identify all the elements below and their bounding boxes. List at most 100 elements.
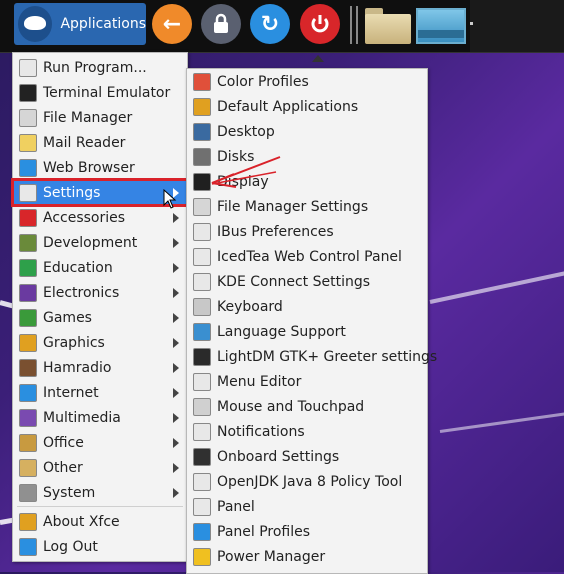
submenu-arrow-icon [173, 212, 179, 223]
settings-item-label: IBus Preferences [217, 223, 334, 240]
multimedia-icon [19, 408, 37, 427]
settings-item-label: Panel Profiles [217, 523, 311, 540]
hamradio-icon [19, 358, 37, 377]
menu-item-hamradio[interactable]: Hamradio [13, 355, 187, 380]
menu-item-education[interactable]: Education [13, 255, 187, 280]
settings-item-onboard-settings[interactable]: Onboard Settings [187, 444, 427, 469]
settings-item-openjdk-java-8-policy-tool[interactable]: OpenJDK Java 8 Policy Tool [187, 469, 427, 494]
settings-item-kde-connect-settings[interactable]: KDE Connect Settings [187, 269, 427, 294]
submenu-arrow-icon [173, 262, 179, 273]
power-icon[interactable] [300, 4, 340, 44]
menu-item-label: Development [43, 234, 138, 251]
menu-item-label: Mail Reader [43, 134, 126, 151]
settings-item-disks[interactable]: Disks [187, 144, 427, 169]
settings-item-ibus-preferences[interactable]: IBus Preferences [187, 219, 427, 244]
menu-item-label: Terminal Emulator [43, 84, 171, 101]
applications-menu: Run Program... Terminal Emulator File Mana… [11, 52, 189, 562]
panel-handle [470, 22, 473, 25]
menu-item-office[interactable]: Office [13, 430, 187, 455]
electronics-icon [19, 283, 37, 302]
settings-item-color-profiles[interactable]: Color Profiles [187, 69, 427, 94]
settings-item-icedtea-web-control-panel[interactable]: IcedTea Web Control Panel [187, 244, 427, 269]
menu-item-mail-reader[interactable]: Mail Reader [13, 130, 187, 155]
menu-item-label: System [43, 484, 96, 501]
show-desktop-icon[interactable] [416, 8, 466, 44]
applications-menu-button[interactable]: Applications [14, 3, 146, 45]
settings-item-panel[interactable]: Panel [187, 494, 427, 519]
settings-item-label: IcedTea Web Control Panel [217, 248, 402, 265]
submenu-arrow-icon [173, 287, 179, 298]
settings-item-label: File Manager Settings [217, 198, 369, 215]
settings-item-power-manager[interactable]: Power Manager [187, 544, 427, 569]
panel-separator [350, 6, 352, 44]
settings-item-display[interactable]: Display [187, 169, 427, 194]
settings-item-menu-editor[interactable]: Menu Editor [187, 369, 427, 394]
settings-item-file-manager-settings[interactable]: File Manager Settings [187, 194, 427, 219]
applications-label: Applications [60, 16, 146, 32]
back-arrow-icon[interactable]: ← [152, 4, 192, 44]
menu-pointer [312, 55, 324, 62]
home-folder-icon[interactable] [365, 8, 411, 44]
refresh-icon[interactable]: ↻ [250, 4, 290, 44]
settings-item-mouse-and-touchpad[interactable]: Mouse and Touchpad [187, 394, 427, 419]
menu-item-graphics[interactable]: Graphics [13, 330, 187, 355]
menu-item-label: Run Program... [43, 59, 147, 76]
settings-item-notifications[interactable]: Notifications [187, 419, 427, 444]
menu-item-settings[interactable]: Settings [11, 178, 189, 207]
top-panel: Applications ← ↻ [0, 0, 564, 53]
panel-empty-area [470, 0, 564, 52]
menu-item-multimedia[interactable]: Multimedia [13, 405, 187, 430]
settings-item-keyboard[interactable]: Keyboard [187, 294, 427, 319]
menu-item-development[interactable]: Development [13, 230, 187, 255]
settings-item-panel-profiles[interactable]: Panel Profiles [187, 519, 427, 544]
menu-item-accessories[interactable]: Accessories [13, 205, 187, 230]
lock-icon[interactable] [201, 4, 241, 44]
settings-item-desktop[interactable]: Desktop [187, 119, 427, 144]
mouse-icon [193, 397, 211, 416]
submenu-arrow-icon [173, 412, 179, 423]
settings-item-label: Disks [217, 148, 255, 165]
menu-item-electronics[interactable]: Electronics [13, 280, 187, 305]
menu-item-about-xfce[interactable]: About Xfce [13, 509, 187, 534]
onboard-icon [193, 447, 211, 466]
accessories-icon [19, 208, 37, 227]
menu-item-file-manager[interactable]: File Manager [13, 105, 187, 130]
settings-item-label: Menu Editor [217, 373, 302, 390]
menu-item-label: Other [43, 459, 83, 476]
menu-item-other[interactable]: Other [13, 455, 187, 480]
keyboard-icon [193, 297, 211, 316]
menu-item-run-program[interactable]: Run Program... [13, 55, 187, 80]
settings-submenu: Color Profiles Default Applications Deskto… [186, 68, 437, 574]
menu-item-log-out[interactable]: Log Out [13, 534, 187, 559]
icedtea-icon [193, 247, 211, 266]
submenu-arrow-icon [173, 237, 179, 248]
settings-item-label: Power Manager [217, 548, 326, 565]
power-manager-icon [193, 547, 211, 566]
desktop-icon [193, 122, 211, 141]
menu-item-games[interactable]: Games [13, 305, 187, 330]
xfce-logo-icon [18, 6, 53, 42]
menu-item-internet[interactable]: Internet [13, 380, 187, 405]
submenu-arrow-icon [173, 312, 179, 323]
menu-item-label: Internet [43, 384, 99, 401]
kde-connect-icon [193, 272, 211, 291]
menu-item-terminal-emulator[interactable]: Terminal Emulator [13, 80, 187, 105]
settings-item-default-applications[interactable]: Default Applications [187, 94, 427, 119]
folder-icon [193, 197, 211, 216]
wallpaper-streak [429, 270, 564, 304]
settings-item-language-support[interactable]: Language Support [187, 319, 427, 344]
submenu-arrow-icon [173, 337, 179, 348]
internet-icon [19, 383, 37, 402]
settings-item-label: Panel [217, 498, 255, 515]
mouse-cursor-icon [163, 189, 177, 209]
settings-item-lightdm-gtk-greeter-settings[interactable]: LightDM GTK+ Greeter settings [187, 344, 437, 369]
graphics-icon [19, 333, 37, 352]
menu-item-web-browser[interactable]: Web Browser [13, 155, 187, 180]
globe-icon [19, 158, 37, 177]
menu-item-system[interactable]: System [13, 480, 187, 505]
logout-icon [19, 537, 37, 556]
settings-item-label: Keyboard [217, 298, 283, 315]
disks-icon [193, 147, 211, 166]
games-icon [19, 308, 37, 327]
run-icon [19, 58, 37, 77]
